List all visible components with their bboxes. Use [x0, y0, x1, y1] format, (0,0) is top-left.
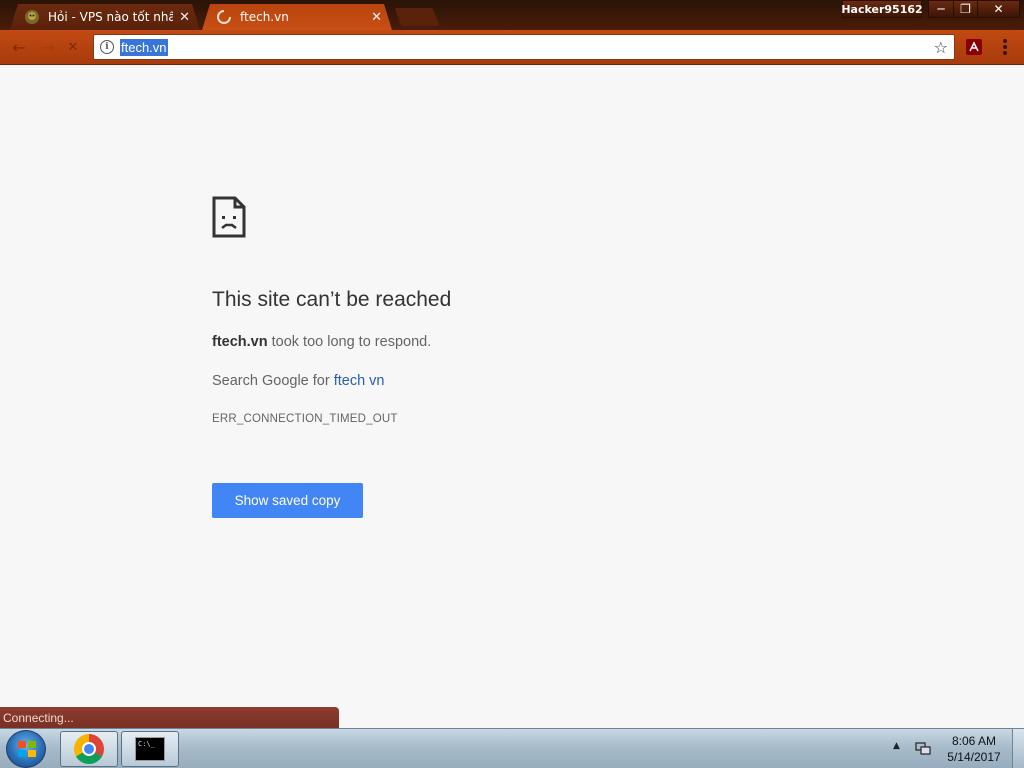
network-icon[interactable] — [915, 741, 931, 755]
back-button[interactable]: ← — [8, 37, 30, 57]
sad-page-icon — [212, 196, 246, 242]
forward-button[interactable]: → — [37, 37, 59, 57]
title-bar: Hỏi - VPS nào tốt nhất | ✕ ftech.vn ✕ Ha… — [0, 0, 1024, 30]
tab-vps[interactable]: Hỏi - VPS nào tốt nhất | ✕ — [10, 4, 200, 30]
error-code: ERR_CONNECTION_TIMED_OUT — [212, 413, 398, 425]
tray-expand-icon[interactable]: ▲ — [893, 741, 900, 751]
info-icon[interactable]: i — [100, 40, 114, 54]
forum-favicon-icon — [24, 9, 40, 25]
new-tab-button[interactable] — [394, 8, 440, 26]
taskbar-chrome[interactable] — [60, 731, 118, 767]
profile-button[interactable]: Hacker95162 — [841, 0, 923, 18]
window-close-button[interactable]: ✕ — [977, 0, 1020, 18]
url-text[interactable]: ftech.vn — [120, 38, 168, 56]
minimize-button[interactable]: ─ — [928, 0, 954, 18]
tab-close-icon[interactable]: ✕ — [179, 10, 190, 25]
error-message: ftech.vn took too long to respond. — [212, 334, 431, 350]
pdf-extension-icon[interactable] — [966, 39, 982, 55]
tab-close-icon[interactable]: ✕ — [371, 10, 382, 25]
show-saved-copy-button[interactable]: Show saved copy — [212, 483, 363, 518]
loading-spinner-icon — [216, 9, 232, 25]
show-desktop-button[interactable] — [1012, 729, 1024, 768]
chrome-icon — [74, 734, 104, 764]
clock-time: 8:06 AM — [951, 734, 997, 748]
error-message-text: took too long to respond. — [267, 334, 432, 350]
tab-title: Hỏi - VPS nào tốt nhất | — [48, 10, 174, 24]
tab-title: ftech.vn — [240, 10, 289, 24]
error-page: This site can’t be reached ftech.vn took… — [0, 66, 1024, 728]
clock-date: 5/14/2017 — [947, 750, 1001, 764]
stop-button[interactable]: ✕ — [62, 37, 84, 57]
tab-ftech[interactable]: ftech.vn ✕ — [202, 4, 392, 30]
error-domain: ftech.vn — [212, 334, 268, 350]
menu-icon[interactable] — [998, 38, 1012, 56]
clock[interactable]: 8:06 AM 5/14/2017 — [940, 733, 1008, 765]
restore-button[interactable]: ❐ — [953, 0, 978, 18]
bookmark-star-icon[interactable]: ☆ — [934, 38, 948, 57]
search-prefix: Search Google for — [212, 373, 334, 389]
taskbar: C:\_ ▲ 8:06 AM 5/14/2017 — [0, 728, 1024, 768]
taskbar-cmd[interactable]: C:\_ — [121, 731, 179, 767]
status-bar: Connecting... — [0, 707, 339, 728]
windows-logo-icon — [18, 741, 36, 757]
search-suggestion: Search Google for ftech vn — [212, 373, 385, 389]
page-title: This site can’t be reached — [212, 288, 452, 311]
start-button[interactable] — [6, 730, 46, 768]
toolbar: ← → ✕ i ftech.vn ☆ — [0, 30, 1024, 65]
cmd-icon: C:\_ — [135, 737, 165, 761]
address-bar[interactable]: i ftech.vn ☆ — [93, 34, 955, 60]
search-link[interactable]: ftech vn — [334, 373, 385, 389]
